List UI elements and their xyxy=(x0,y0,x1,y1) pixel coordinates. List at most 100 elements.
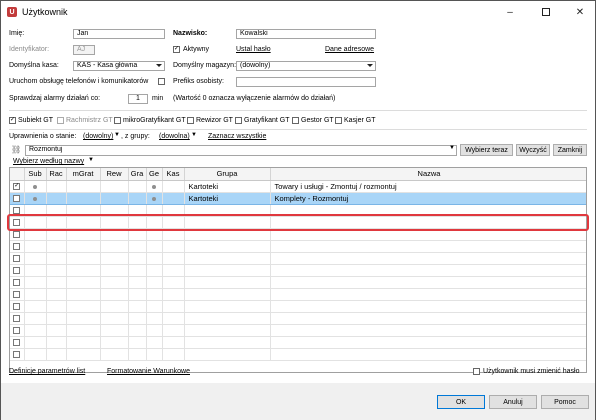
table-row[interactable]: Kartoteki Komplety - Rozmontuj xyxy=(10,191,586,205)
program-checkbox-subiekt[interactable]: ✓ xyxy=(9,117,16,124)
table-row[interactable] xyxy=(10,240,586,253)
uruchom-checkbox[interactable] xyxy=(158,78,165,85)
table-row[interactable]: ✓ Kartoteki Towary i usługi - Zmontuj / ro… xyxy=(10,180,586,193)
table-row[interactable] xyxy=(10,288,586,301)
row-check-cell[interactable] xyxy=(10,276,25,289)
row-checkbox[interactable] xyxy=(13,315,21,323)
perm-cell-rew[interactable] xyxy=(100,180,129,193)
col-header-mgrat[interactable]: mGrat xyxy=(66,168,101,181)
nazwisko-field[interactable]: Kowalski xyxy=(236,29,376,39)
row-check-cell[interactable] xyxy=(10,191,25,205)
row-check-cell[interactable] xyxy=(10,324,25,337)
row-check-cell[interactable] xyxy=(10,348,25,361)
definicje-link[interactable]: Definicje parametrów list xyxy=(9,368,85,375)
col-header-sub[interactable]: Sub xyxy=(24,168,47,181)
row-checkbox[interactable] xyxy=(13,327,21,335)
table-row[interactable] xyxy=(10,348,586,361)
row-checkbox[interactable] xyxy=(13,339,21,347)
perm-cell-rew[interactable] xyxy=(100,191,129,205)
row-checkbox[interactable] xyxy=(13,279,21,287)
close-filter-button[interactable]: Zamknij xyxy=(553,144,587,156)
program-checkbox-mikrogratyfikant[interactable] xyxy=(114,117,121,124)
col-header-check[interactable] xyxy=(10,168,25,181)
magazyn-select[interactable]: (dowolny) xyxy=(236,61,376,71)
program-checkbox-rewizor[interactable] xyxy=(187,117,194,124)
cancel-button[interactable]: Anuluj xyxy=(489,395,537,409)
table-row[interactable] xyxy=(10,324,586,337)
table-row[interactable] xyxy=(10,264,586,277)
perm-cell-ge[interactable] xyxy=(146,191,163,205)
col-header-rew[interactable]: Rew xyxy=(100,168,129,181)
row-checkbox[interactable] xyxy=(13,243,21,251)
col-header-nazwa[interactable]: Nazwa xyxy=(270,168,586,181)
row-check-cell[interactable] xyxy=(10,300,25,313)
row-check-cell[interactable] xyxy=(10,312,25,325)
row-check-cell[interactable] xyxy=(10,264,25,277)
row-checkbox[interactable] xyxy=(13,267,21,275)
row-check-cell[interactable] xyxy=(10,228,25,241)
perm-cell-rac[interactable] xyxy=(46,191,67,205)
col-header-rac[interactable]: Rac xyxy=(46,168,67,181)
identyfikator-field[interactable]: AJ xyxy=(73,45,95,55)
close-button[interactable]: ✕ xyxy=(563,1,596,23)
program-checkbox-gratyfikant[interactable] xyxy=(235,117,242,124)
perm-cell-sub[interactable] xyxy=(24,180,47,193)
row-checkbox[interactable]: ✓ xyxy=(13,183,21,191)
row-checkbox[interactable] xyxy=(13,303,21,311)
perm-cell-kas[interactable] xyxy=(162,180,185,193)
perm-cell-mgrat[interactable] xyxy=(66,191,101,205)
row-check-cell[interactable]: ✓ xyxy=(10,180,25,193)
col-header-kas[interactable]: Kas xyxy=(162,168,185,181)
perm-cell-kas[interactable] xyxy=(162,191,185,205)
must-change-checkbox[interactable] xyxy=(473,368,480,375)
perm-cell-mgrat[interactable] xyxy=(66,180,101,193)
row-check-cell[interactable] xyxy=(10,204,25,217)
table-row[interactable] xyxy=(10,300,586,313)
ustal-haslo-link[interactable]: Ustal hasło xyxy=(236,46,271,53)
table-row[interactable] xyxy=(10,228,586,241)
row-checkbox[interactable] xyxy=(13,207,21,215)
perm-cell-gra[interactable] xyxy=(128,180,147,193)
table-row[interactable] xyxy=(10,312,586,325)
program-checkbox-rachmistrz[interactable] xyxy=(57,117,64,124)
program-checkbox-gestor[interactable] xyxy=(292,117,299,124)
table-row[interactable] xyxy=(10,276,586,289)
choose-now-button[interactable]: Wybierz teraz xyxy=(460,144,513,156)
row-checkbox[interactable] xyxy=(13,231,21,239)
perm-cell-gra[interactable] xyxy=(128,191,147,205)
table-row[interactable] xyxy=(10,252,586,265)
table-row[interactable] xyxy=(10,204,586,217)
dane-adresowe-link[interactable]: Dane adresowe xyxy=(325,46,374,53)
row-checkbox[interactable] xyxy=(13,291,21,299)
row-check-cell[interactable] xyxy=(10,288,25,301)
table-row[interactable] xyxy=(10,336,586,349)
col-header-ge[interactable]: Ge xyxy=(146,168,163,181)
state-filter-link[interactable]: (dowolny) xyxy=(83,133,113,140)
mark-all-link[interactable]: Zaznacz wszystkie xyxy=(208,133,266,140)
prefiks-field[interactable] xyxy=(236,77,376,87)
row-check-cell[interactable] xyxy=(10,216,25,229)
col-header-grupa[interactable]: Grupa xyxy=(184,168,271,181)
maximize-button[interactable] xyxy=(529,1,563,23)
group-filter-link[interactable]: (dowolna) xyxy=(159,133,190,140)
alarmy-field[interactable]: 1 xyxy=(128,94,148,104)
program-checkbox-kasjer[interactable] xyxy=(335,117,342,124)
row-checkbox[interactable] xyxy=(13,351,21,359)
kasa-select[interactable]: KAS - Kasa główna xyxy=(73,61,165,71)
row-check-cell[interactable] xyxy=(10,240,25,253)
help-button[interactable]: Pomoc xyxy=(541,395,589,409)
permission-search-input[interactable]: Rozmontuj xyxy=(25,145,457,156)
row-checkbox[interactable] xyxy=(13,195,21,203)
row-checkbox[interactable] xyxy=(13,255,21,263)
table-row[interactable] xyxy=(10,216,586,229)
row-check-cell[interactable] xyxy=(10,336,25,349)
col-header-gra[interactable]: Gra xyxy=(128,168,147,181)
clear-button[interactable]: Wyczyść xyxy=(516,144,550,156)
row-check-cell[interactable] xyxy=(10,252,25,265)
formatowanie-link[interactable]: Formatowanie Warunkowe xyxy=(107,368,190,375)
imie-field[interactable]: Jan xyxy=(73,29,165,39)
sort-by-name-link[interactable]: Wybierz według nazwy xyxy=(13,158,84,165)
perm-cell-ge[interactable] xyxy=(146,180,163,193)
minimize-button[interactable]: – xyxy=(493,1,527,23)
perm-cell-rac[interactable] xyxy=(46,180,67,193)
